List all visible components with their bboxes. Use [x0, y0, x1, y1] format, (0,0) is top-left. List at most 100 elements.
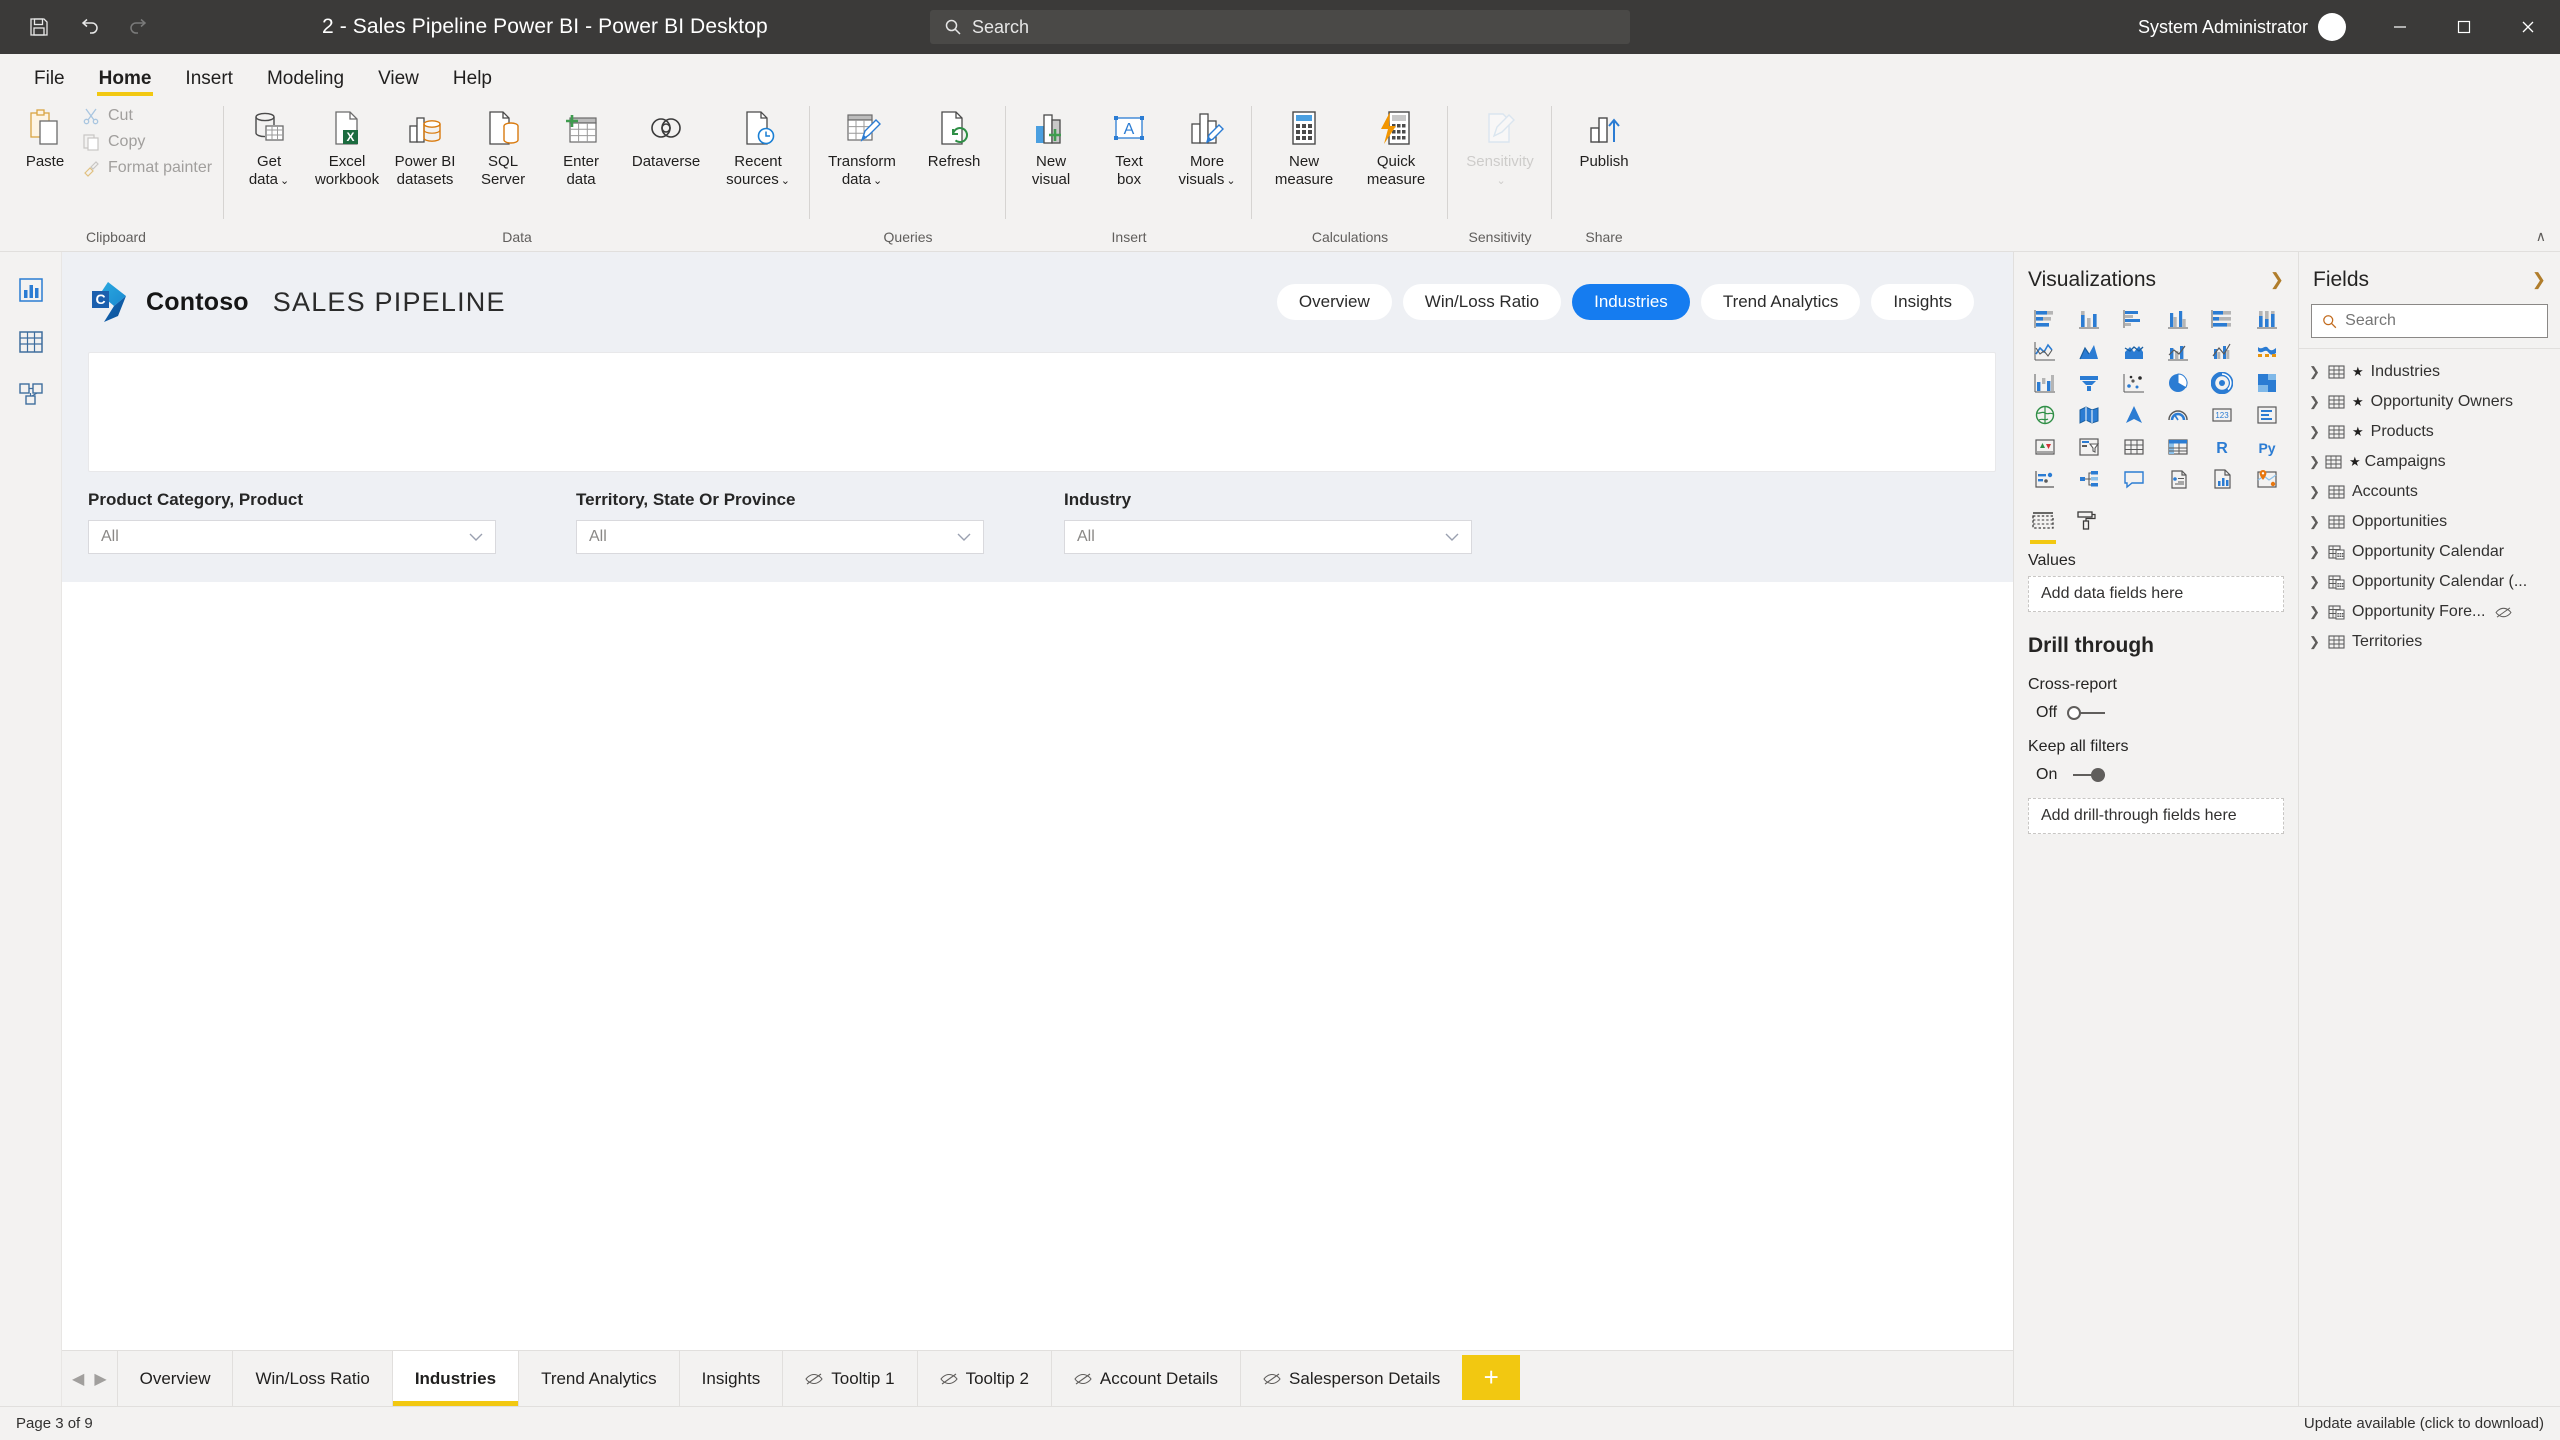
slicer-icon[interactable]	[2068, 432, 2110, 462]
data-view-button[interactable]	[7, 318, 55, 366]
clustered-column-chart-icon[interactable]	[2157, 304, 2199, 334]
recent-sources-button[interactable]: Recent sources ⌄	[712, 102, 804, 192]
chevron-right-icon[interactable]: ❯	[2309, 484, 2321, 500]
paginated-report-icon[interactable]	[2201, 464, 2243, 494]
field-table-territories[interactable]: ❯ Territories	[2299, 627, 2560, 657]
field-table-opportunity-owners[interactable]: ❯ ★ Opportunity Owners	[2299, 387, 2560, 417]
report-canvas[interactable]: C Contoso SALES PIPELINE Overview Win/Lo…	[62, 252, 2013, 1350]
page-tab-win-loss-ratio[interactable]: Win/Loss Ratio	[232, 1351, 391, 1406]
sql-server-button[interactable]: SQL Server	[464, 102, 542, 192]
line-chart-icon[interactable]	[2024, 336, 2066, 366]
qna-icon[interactable]	[2113, 464, 2155, 494]
azure-map-icon[interactable]	[2113, 400, 2155, 430]
publish-button[interactable]: Publish	[1558, 102, 1650, 175]
stacked-bar-chart-icon[interactable]	[2024, 304, 2066, 334]
chevron-right-icon[interactable]: ❯	[2309, 364, 2321, 380]
page-tab-trend-analytics[interactable]: Trend Analytics	[518, 1351, 679, 1406]
sensitivity-button[interactable]: Sensitivity ⌄	[1454, 102, 1546, 192]
field-table-opportunities[interactable]: ❯ Opportunities	[2299, 507, 2560, 537]
chevron-right-icon[interactable]: ❯	[2309, 544, 2321, 560]
nav-pill-industries[interactable]: Industries	[1572, 284, 1690, 320]
power-bi-datasets-button[interactable]: Power BI datasets	[386, 102, 464, 192]
values-well-dropzone[interactable]: Add data fields here	[2028, 576, 2284, 612]
scatter-chart-icon[interactable]	[2113, 368, 2155, 398]
fields-well-tab[interactable]	[2030, 510, 2056, 544]
100-stacked-bar-chart-icon[interactable]	[2201, 304, 2243, 334]
get-data-button[interactable]: Get data ⌄	[230, 102, 308, 192]
waterfall-chart-icon[interactable]	[2024, 368, 2066, 398]
chevron-right-icon[interactable]: ❯	[2270, 270, 2284, 290]
nav-pill-overview[interactable]: Overview	[1276, 284, 1392, 320]
collapse-ribbon-button[interactable]: ∧	[2536, 228, 2546, 245]
chevron-right-icon[interactable]: ❯	[2309, 514, 2321, 530]
ribbon-tab-help[interactable]: Help	[437, 69, 508, 96]
ribbon-tab-home[interactable]: Home	[83, 69, 168, 96]
slicer-dropdown-territory[interactable]: All	[576, 520, 984, 554]
field-table-campaigns[interactable]: ❯ ★ Campaigns	[2299, 447, 2560, 477]
enter-data-button[interactable]: Enter data	[542, 102, 620, 192]
chevron-right-icon[interactable]: ❯	[2309, 634, 2321, 650]
map-icon[interactable]	[2024, 400, 2066, 430]
pie-chart-icon[interactable]	[2157, 368, 2199, 398]
stacked-column-chart-icon[interactable]	[2068, 304, 2110, 334]
key-influencers-icon[interactable]	[2024, 464, 2066, 494]
undo-icon[interactable]	[68, 6, 110, 48]
nav-pill-insights[interactable]: Insights	[1871, 284, 1974, 320]
line-clustered-column-chart-icon[interactable]	[2201, 336, 2243, 366]
page-tab-account-details[interactable]: Account Details	[1050, 1351, 1240, 1406]
excel-workbook-button[interactable]: X Excel workbook	[308, 102, 386, 192]
minimize-icon[interactable]	[2368, 0, 2432, 54]
dataverse-button[interactable]: Dataverse	[620, 102, 712, 175]
filled-map-icon[interactable]	[2068, 400, 2110, 430]
format-pane-tab[interactable]	[2074, 510, 2098, 544]
page-tab-insights[interactable]: Insights	[678, 1351, 783, 1406]
page-tab-tooltip-1[interactable]: Tooltip 1	[782, 1351, 916, 1406]
copy-button[interactable]: Copy	[76, 130, 218, 154]
arcgis-map-icon[interactable]	[2246, 464, 2288, 494]
card-icon[interactable]: 123	[2201, 400, 2243, 430]
chevron-left-icon[interactable]: ◀	[72, 1369, 84, 1389]
field-table-accounts[interactable]: ❯ Accounts	[2299, 477, 2560, 507]
global-search-box[interactable]: Search	[930, 10, 1630, 44]
kpi-icon[interactable]	[2024, 432, 2066, 462]
slicer-dropdown-industry[interactable]: All	[1064, 520, 1472, 554]
keep-all-filters-toggle[interactable]	[2067, 768, 2106, 782]
matrix-icon[interactable]	[2157, 432, 2199, 462]
format-painter-button[interactable]: Format painter	[76, 156, 218, 180]
field-table-opportunity-forecast[interactable]: ❯ Opportunity Fore...	[2299, 597, 2560, 627]
nav-pill-trend-analytics[interactable]: Trend Analytics	[1700, 284, 1861, 320]
page-tab-overview[interactable]: Overview	[116, 1351, 233, 1406]
funnel-chart-icon[interactable]	[2068, 368, 2110, 398]
100-stacked-column-chart-icon[interactable]	[2246, 304, 2288, 334]
field-table-opportunity-calendar-2[interactable]: ❯ Opportunity Calendar (...	[2299, 567, 2560, 597]
close-icon[interactable]	[2496, 0, 2560, 54]
r-script-visual-icon[interactable]: R	[2201, 432, 2243, 462]
line-stacked-column-chart-icon[interactable]	[2157, 336, 2199, 366]
chevron-right-icon[interactable]: ❯	[2532, 270, 2546, 290]
field-table-industries[interactable]: ❯ ★ Industries	[2299, 357, 2560, 387]
quick-measure-button[interactable]: Quick measure	[1350, 102, 1442, 192]
smart-narrative-icon[interactable]	[2157, 464, 2199, 494]
new-visual-button[interactable]: New visual	[1012, 102, 1090, 192]
paste-button[interactable]: Paste	[14, 102, 76, 175]
cross-report-toggle[interactable]	[2067, 706, 2106, 720]
model-view-button[interactable]	[7, 370, 55, 418]
field-table-opportunity-calendar[interactable]: ❯ Opportunity Calendar	[2299, 537, 2560, 567]
update-available-link[interactable]: Update available (click to download)	[2304, 1415, 2544, 1432]
report-visual-placeholder[interactable]	[88, 352, 1996, 472]
chevron-right-icon[interactable]: ❯	[2309, 424, 2321, 440]
treemap-icon[interactable]	[2246, 368, 2288, 398]
slicer-dropdown-product-category[interactable]: All	[88, 520, 496, 554]
area-chart-icon[interactable]	[2068, 336, 2110, 366]
text-box-button[interactable]: A Text box	[1090, 102, 1168, 192]
field-table-products[interactable]: ❯ ★ Products	[2299, 417, 2560, 447]
chevron-right-icon[interactable]: ▶	[94, 1369, 106, 1389]
cut-button[interactable]: Cut	[76, 104, 218, 128]
drill-through-dropzone[interactable]: Add drill-through fields here	[2028, 798, 2284, 834]
chevron-right-icon[interactable]: ❯	[2309, 574, 2321, 590]
clustered-bar-chart-icon[interactable]	[2113, 304, 2155, 334]
ribbon-tab-insert[interactable]: Insert	[169, 69, 249, 96]
donut-chart-icon[interactable]	[2201, 368, 2243, 398]
stacked-area-chart-icon[interactable]	[2113, 336, 2155, 366]
nav-pill-win-loss-ratio[interactable]: Win/Loss Ratio	[1402, 284, 1562, 320]
